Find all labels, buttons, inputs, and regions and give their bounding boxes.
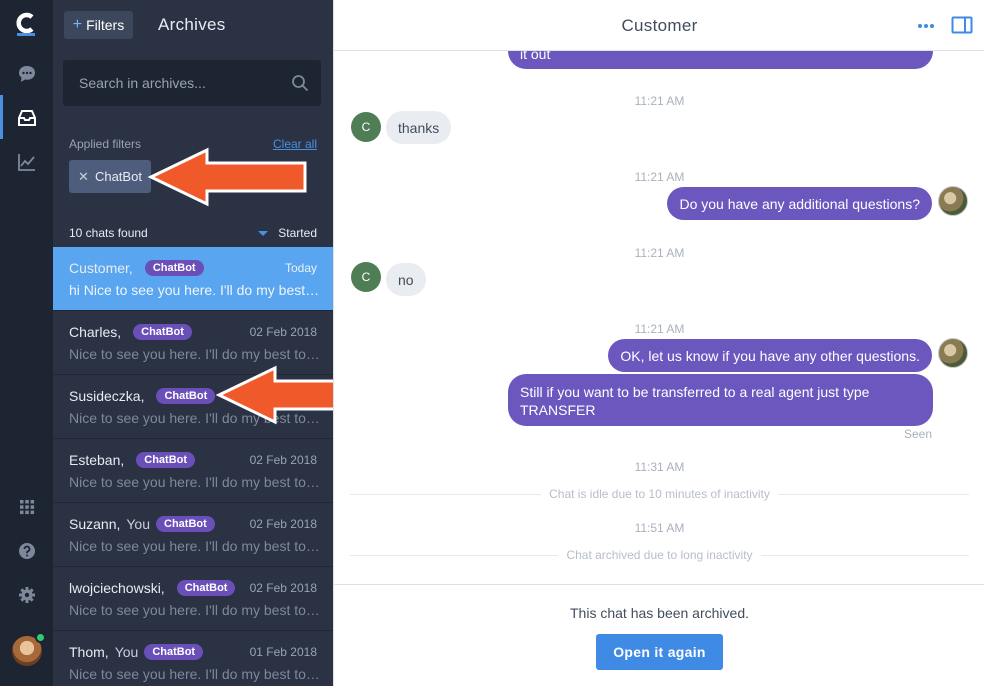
system-message-text: Chat is idle due to 10 minutes of inacti…	[541, 487, 778, 501]
archives-icon[interactable]	[16, 107, 38, 129]
chat-you: You	[126, 516, 150, 532]
system-message-archived: Chat archived due to long inactivity	[350, 548, 969, 562]
message-bubble-incoming: no	[386, 263, 426, 296]
annotation-arrow-icon	[147, 147, 307, 207]
online-status-dot	[35, 632, 46, 643]
chatbot-badge: ChatBot	[176, 580, 236, 596]
sort-label: Started	[278, 226, 317, 240]
caret-down-icon	[258, 230, 269, 236]
archived-notice: This chat has been archived.	[570, 605, 749, 621]
chat-preview: Nice to see you here. I'll do my best to…	[69, 474, 321, 490]
search-icon[interactable]	[291, 74, 309, 92]
more-options-icon[interactable]	[917, 19, 935, 33]
message-bubble-outgoing: Still if you want to be transferred to a…	[508, 374, 933, 426]
message-timestamp: 11:21 AM	[634, 322, 685, 336]
customer-avatar: C	[351, 112, 381, 142]
chatbot-badge: ChatBot	[136, 452, 196, 468]
message-bubble-outgoing: Do you have any additional questions?	[667, 187, 932, 220]
chat-date: 02 Feb 2018	[249, 325, 317, 339]
chatbot-badge: ChatBot	[144, 260, 204, 276]
chat-date: 02 Feb 2018	[249, 517, 317, 531]
chatbot-badge: ChatBot	[156, 388, 216, 404]
message-text: it out	[520, 51, 551, 62]
search-box	[63, 60, 321, 106]
message-timestamp: 11:21 AM	[634, 170, 685, 184]
message-timestamp: 11:51 AM	[634, 521, 685, 535]
toggle-sidebar-icon[interactable]	[951, 16, 973, 34]
chat-preview: Nice to see you here. I'll do my best to…	[69, 602, 321, 618]
chat-preview: Nice to see you here. I'll do my best to…	[69, 538, 321, 554]
results-count: 10 chats found	[69, 226, 148, 240]
message-timestamp: 11:31 AM	[634, 460, 685, 474]
message-list: it out 11:21 AM C thanks 11:21 AM Do you…	[334, 51, 984, 584]
chatbot-badge: ChatBot	[144, 644, 204, 660]
filters-button[interactable]: + Filters	[64, 11, 133, 39]
chat-list: Customer, ChatBot Today hi Nice to see yo…	[53, 247, 333, 686]
chat-name: Suzann,	[69, 516, 121, 532]
system-message-idle: Chat is idle due to 10 minutes of inacti…	[350, 487, 969, 501]
chat-name: Thom,	[69, 644, 109, 660]
plus-icon: +	[72, 16, 83, 33]
chat-view: Customer it out 11:21 AM C thanks 11:21 …	[333, 0, 984, 686]
panel-title: Archives	[158, 15, 226, 34]
message-bubble-incoming: thanks	[386, 111, 452, 144]
open-it-again-button[interactable]: Open it again	[596, 634, 723, 670]
reports-icon[interactable]	[16, 151, 38, 173]
chat-preview: Nice to see you here. I'll do my best to…	[69, 666, 321, 682]
applied-filters-label: Applied filters	[69, 137, 142, 151]
chat-date: 02 Feb 2018	[249, 581, 317, 595]
settings-icon[interactable]	[16, 584, 38, 606]
system-message-text: Chat archived due to long inactivity	[558, 548, 761, 562]
filter-chip-chatbot[interactable]: ✕ ChatBot	[69, 160, 151, 193]
message-timestamp: 11:21 AM	[634, 246, 685, 260]
chat-list-item[interactable]: lwojciechowski, ChatBot 02 Feb 2018 Nice …	[53, 567, 333, 631]
chat-date: 01 Feb 2018	[249, 645, 317, 659]
chat-you: You	[114, 644, 139, 660]
agent-avatar	[938, 186, 968, 216]
seen-indicator: Seen	[903, 427, 932, 441]
chat-name: lwojciechowski,	[69, 580, 165, 596]
chat-list-item[interactable]: Customer, ChatBot Today hi Nice to see yo…	[53, 247, 333, 311]
active-nav-indicator	[0, 95, 3, 139]
chat-name: Esteban,	[69, 452, 125, 468]
apps-grid-icon[interactable]	[16, 496, 38, 518]
message-bubble-outgoing: it out	[508, 51, 933, 69]
chats-icon[interactable]	[16, 63, 38, 85]
chatbot-badge: ChatBot	[156, 516, 215, 532]
archives-panel: + Filters Archives Applied filters Clear…	[53, 0, 333, 686]
chat-name: Customer,	[69, 260, 133, 276]
chat-list-item[interactable]: Thom, You ChatBot 01 Feb 2018 Nice to see …	[53, 631, 333, 686]
search-input[interactable]	[63, 60, 283, 106]
message-bubble-outgoing: OK, let us know if you have any other qu…	[608, 339, 932, 372]
archived-footer: This chat has been archived. Open it aga…	[334, 584, 984, 686]
chat-preview: Nice to see you here. I'll do my best to…	[69, 346, 321, 362]
chat-list-item[interactable]: Esteban, ChatBot 02 Feb 2018 Nice to see …	[53, 439, 333, 503]
chat-list-item[interactable]: Suzann, You ChatBot 02 Feb 2018 Nice to se…	[53, 503, 333, 567]
sort-dropdown[interactable]: Started	[258, 226, 317, 240]
help-icon[interactable]	[16, 540, 38, 562]
logo-icon[interactable]	[15, 11, 37, 37]
chat-date: 02 Feb 2018	[249, 453, 317, 467]
customer-avatar: C	[351, 262, 381, 292]
agent-avatar	[938, 338, 968, 368]
chat-preview: hi Nice to see you here. I'll do my best…	[69, 282, 321, 298]
filter-chip-label: ChatBot	[94, 169, 142, 184]
remove-filter-icon[interactable]: ✕	[78, 169, 89, 185]
app-window: + Filters Archives Applied filters Clear…	[0, 0, 984, 686]
filters-label: Filters	[86, 17, 125, 33]
message-timestamp: 11:21 AM	[634, 94, 685, 108]
chat-title: Customer	[621, 16, 698, 35]
chat-name: Charles,	[69, 324, 122, 340]
nav-rail	[0, 0, 53, 686]
chatbot-badge: ChatBot	[133, 324, 192, 340]
chat-header: Customer	[334, 0, 984, 51]
chat-name: Susideczka,	[69, 388, 145, 404]
chat-date: Today	[284, 261, 317, 275]
